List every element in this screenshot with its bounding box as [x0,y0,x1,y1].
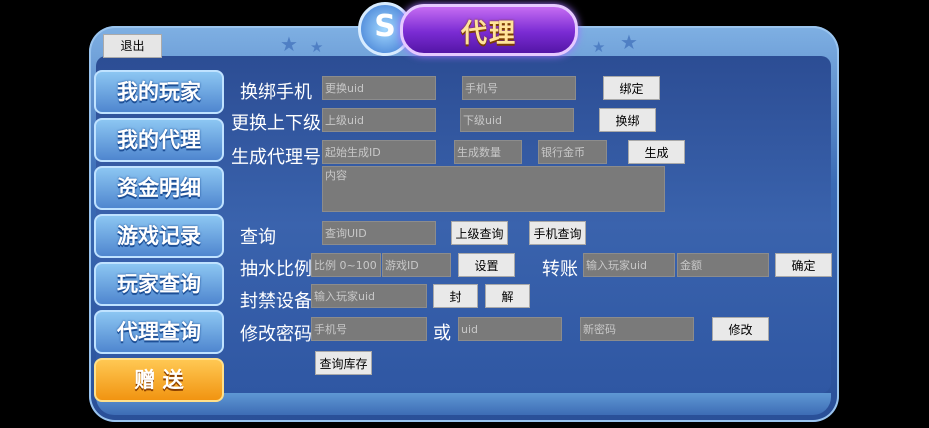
generate-button[interactable]: 生成 [628,140,685,164]
game-id-input[interactable]: 游戏ID [382,253,451,277]
password-uid-input[interactable]: uid [458,317,562,341]
menu-my-agents[interactable]: 我的代理 [94,118,224,162]
new-password-input[interactable]: 新密码 [580,317,694,341]
modify-button[interactable]: 修改 [712,317,769,341]
menu-player-query[interactable]: 玩家查询 [94,262,224,306]
ban-device-label: 封禁设备 [240,291,312,312]
title-banner: 代理 [400,4,578,56]
exit-button[interactable]: 退出 [103,34,162,58]
set-button[interactable]: 设置 [458,253,515,277]
unban-button[interactable]: 解 [485,284,530,308]
star-icon: ★ [280,32,298,56]
password-label: 修改密码 [240,324,312,345]
menu-game-records[interactable]: 游戏记录 [94,214,224,258]
bind-phone-input[interactable]: 手机号 [462,76,576,100]
content-textarea[interactable]: 内容 [322,166,665,212]
transfer-uid-input[interactable]: 输入玩家uid [583,253,675,277]
menu-fund-details[interactable]: 资金明细 [94,166,224,210]
query-label: 查询 [240,227,276,248]
transfer-amount-input[interactable]: 金额 [677,253,769,277]
change-parent-label: 更换上下级 [231,113,321,134]
upper-query-button[interactable]: 上级查询 [451,221,508,245]
password-phone-input[interactable]: 手机号 [311,317,427,341]
gen-agent-label: 生成代理号 [231,147,321,168]
upper-uid-input[interactable]: 上级uid [322,108,436,132]
ban-uid-input[interactable]: 输入玩家uid [311,284,427,308]
menu-gift[interactable]: 赠 送 [94,358,224,402]
bind-button[interactable]: 绑定 [603,76,660,100]
bind-phone-label: 换绑手机 [240,82,312,103]
menu-agent-query[interactable]: 代理查询 [94,310,224,354]
menu-my-players[interactable]: 我的玩家 [94,70,224,114]
gen-count-input[interactable]: 生成数量 [454,140,522,164]
page-title: 代理 [460,19,517,49]
star-icon: ★ [592,38,606,56]
rake-ratio-input[interactable]: 比例 0~100 [311,253,381,277]
rebind-button[interactable]: 换绑 [599,108,656,132]
phone-query-button[interactable]: 手机查询 [529,221,586,245]
or-label: 或 [433,323,451,344]
transfer-label: 转账 [542,259,578,280]
bank-gold-input[interactable]: 银行金币 [538,140,607,164]
star-icon: ★ [310,38,324,56]
rake-label: 抽水比例 [240,259,312,280]
start-id-input[interactable]: 起始生成ID [322,140,436,164]
bind-uid-input[interactable]: 更换uid [322,76,436,100]
ban-button[interactable]: 封 [433,284,478,308]
star-icon: ★ [620,30,638,54]
query-stock-button[interactable]: 查询库存 [315,351,372,375]
lower-uid-input[interactable]: 下级uid [460,108,574,132]
query-uid-input[interactable]: 查询UID [322,221,436,245]
confirm-transfer-button[interactable]: 确定 [775,253,832,277]
